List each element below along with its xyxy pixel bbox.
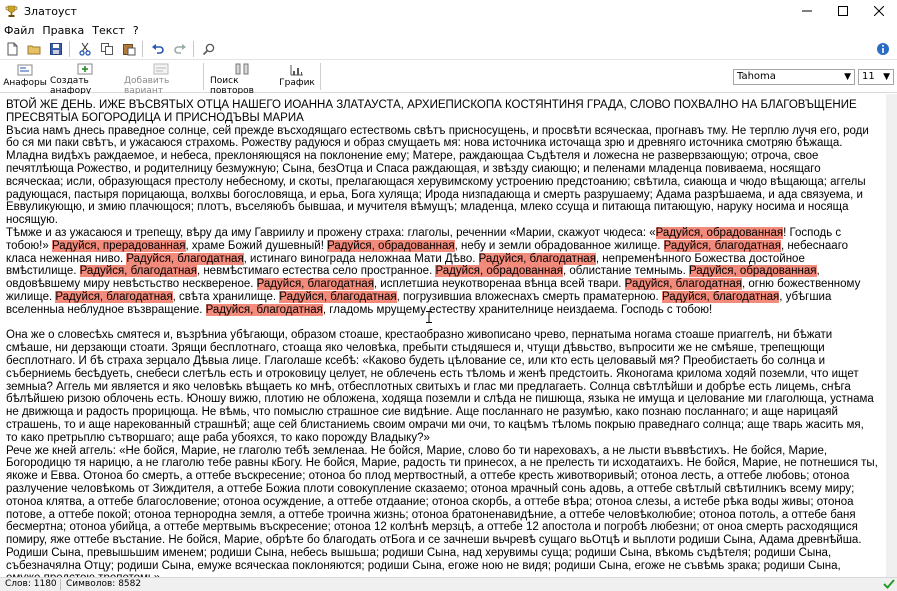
- word-count: Слов: 1180: [5, 579, 57, 589]
- main-toolbar: [0, 38, 897, 60]
- document-paragraph-1: Въсиа намъ днесь праведное солнце, сей п…: [6, 124, 869, 227]
- text-segment: , гладомь мрущему естеству хранителнице …: [322, 303, 713, 316]
- graph-icon: [289, 62, 305, 78]
- save-icon[interactable]: [46, 39, 66, 59]
- menu-file[interactable]: Файл: [0, 24, 38, 37]
- text-segment: , невмѣстимаго естества село пространное…: [196, 265, 436, 278]
- highlighted-phrase: Радуйся, благодатная: [624, 278, 742, 291]
- toolbar-separator: [203, 63, 204, 90]
- minimize-button[interactable]: [789, 0, 825, 22]
- highlighted-phrase: Радуйся, благодатная: [126, 252, 244, 265]
- close-button[interactable]: [861, 0, 897, 22]
- menu-edit[interactable]: Правка: [38, 24, 88, 37]
- toolbar-separator: [320, 63, 321, 90]
- highlighted-phrase: Радуйся, обрадованная: [655, 226, 784, 239]
- copy-icon[interactable]: [97, 39, 117, 59]
- highlighted-phrase: Радуйся, благодатная: [663, 239, 781, 252]
- highlighted-phrase: Радуйся, благодатная: [256, 278, 374, 291]
- add-variant-icon: [153, 62, 169, 76]
- chevron-down-icon: ▼: [883, 72, 890, 82]
- trophy-icon: [4, 4, 18, 18]
- highlighted-phrase: Радуйся, обрадованная: [327, 239, 455, 252]
- open-folder-icon[interactable]: [24, 39, 44, 59]
- add-variant-button[interactable]: Добавить вариант: [124, 62, 198, 96]
- title-bar: Златоуст: [0, 0, 897, 22]
- text-segment: , свѣта хранилище.: [172, 290, 280, 303]
- maximize-button[interactable]: [825, 0, 861, 22]
- document-heading: ВТОЙ ЖЕ ДЕНЬ. ИЖЕ ВЪСВЯТЫХ ОТЦА НАШЕГО И…: [6, 99, 857, 124]
- anafory-button[interactable]: Анафоры: [3, 62, 47, 92]
- text-segment: , небу и земли обрадованное жилище.: [454, 239, 664, 252]
- paste-icon[interactable]: [119, 39, 139, 59]
- vertical-scrollbar[interactable]: [886, 94, 897, 577]
- highlighted-phrase: Радуйся, благодатная: [205, 303, 323, 316]
- search-repeats-icon: [234, 62, 250, 76]
- highlighted-phrase: Радуйся, обрадованная: [688, 265, 817, 278]
- new-document-icon[interactable]: [2, 39, 22, 59]
- highlighted-phrase: Радуйся, благодатная: [279, 290, 397, 303]
- cut-icon[interactable]: [75, 39, 95, 59]
- highlighted-phrase: Радуйся, обрадованная: [435, 265, 563, 278]
- status-bar: Слов: 1180 Символов: 8582: [0, 577, 897, 591]
- text-segment: Тѣмже и аз ужасаюся и трепещу, вѣру да и…: [6, 226, 656, 239]
- text-segment: , иcплетшиа неукотворенаа вѣнца всей тва…: [373, 278, 625, 291]
- undo-icon[interactable]: [148, 39, 168, 59]
- toolbar-separator: [142, 40, 143, 57]
- highlighted-phrase: Радуйся, благодатная: [661, 290, 780, 303]
- search-repeats-button[interactable]: Поиск повторов: [210, 62, 274, 96]
- graph-button[interactable]: График: [279, 62, 315, 92]
- analysis-toolbar: Анафоры Создать анафору Добавить вариант…: [0, 60, 897, 96]
- document-editor[interactable]: ВТОЙ ЖЕ ДЕНЬ. ИЖЕ ВЪСВЯТЫХ ОТЦА НАШЕГО И…: [0, 94, 886, 577]
- info-icon[interactable]: [873, 39, 893, 59]
- menu-help[interactable]: ?: [129, 24, 143, 37]
- font-family-select[interactable]: Tahoma ▼: [733, 69, 855, 85]
- highlighted-phrase: Радуйся, благодатная: [478, 252, 596, 265]
- text-segment: , погрузившиа вложеснахъ смерть праматер…: [396, 290, 662, 303]
- highlighted-phrase: Радуйся, прерадованная: [51, 239, 186, 252]
- redo-icon[interactable]: [170, 39, 190, 59]
- status-separator: [60, 579, 61, 590]
- create-anafora-button[interactable]: Создать анафору: [50, 62, 120, 96]
- highlighted-phrase: Радуйся, благодатная: [79, 265, 197, 278]
- font-size-select[interactable]: 11 ▼: [858, 69, 894, 85]
- check-icon: [883, 578, 895, 591]
- text-segment: , храме Божий душевный!: [185, 239, 328, 252]
- chevron-down-icon: ▼: [844, 72, 851, 82]
- anafora-icon: [17, 62, 33, 78]
- text-cursor-icon: [426, 311, 432, 323]
- menu-text[interactable]: Текст: [88, 24, 129, 37]
- text-segment: , истинаго винограда неложнаа Мати Дѣво.: [243, 252, 479, 265]
- document-paragraph-2: Тѣмже и аз ужасаюся и трепещу, вѣру да и…: [6, 226, 878, 317]
- char-count: Символов: 8582: [66, 579, 142, 589]
- toolbar-separator: [69, 40, 70, 57]
- text-segment: , облистание темнымь.: [563, 265, 689, 278]
- document-paragraph-3: Она же о словесѣхь смятеся и, възрѣниа у…: [6, 329, 874, 444]
- menu-bar: Файл Правка Текст ?: [0, 22, 897, 38]
- add-anafora-icon: [77, 62, 93, 76]
- window-title: Златоуст: [24, 4, 77, 18]
- document-paragraph-4: Рече же кней аггель: «Не бойся, Марие, н…: [6, 444, 878, 577]
- search-icon[interactable]: [199, 39, 219, 59]
- toolbar-separator: [193, 40, 194, 57]
- highlighted-phrase: Радуйся, благодатная: [55, 290, 173, 303]
